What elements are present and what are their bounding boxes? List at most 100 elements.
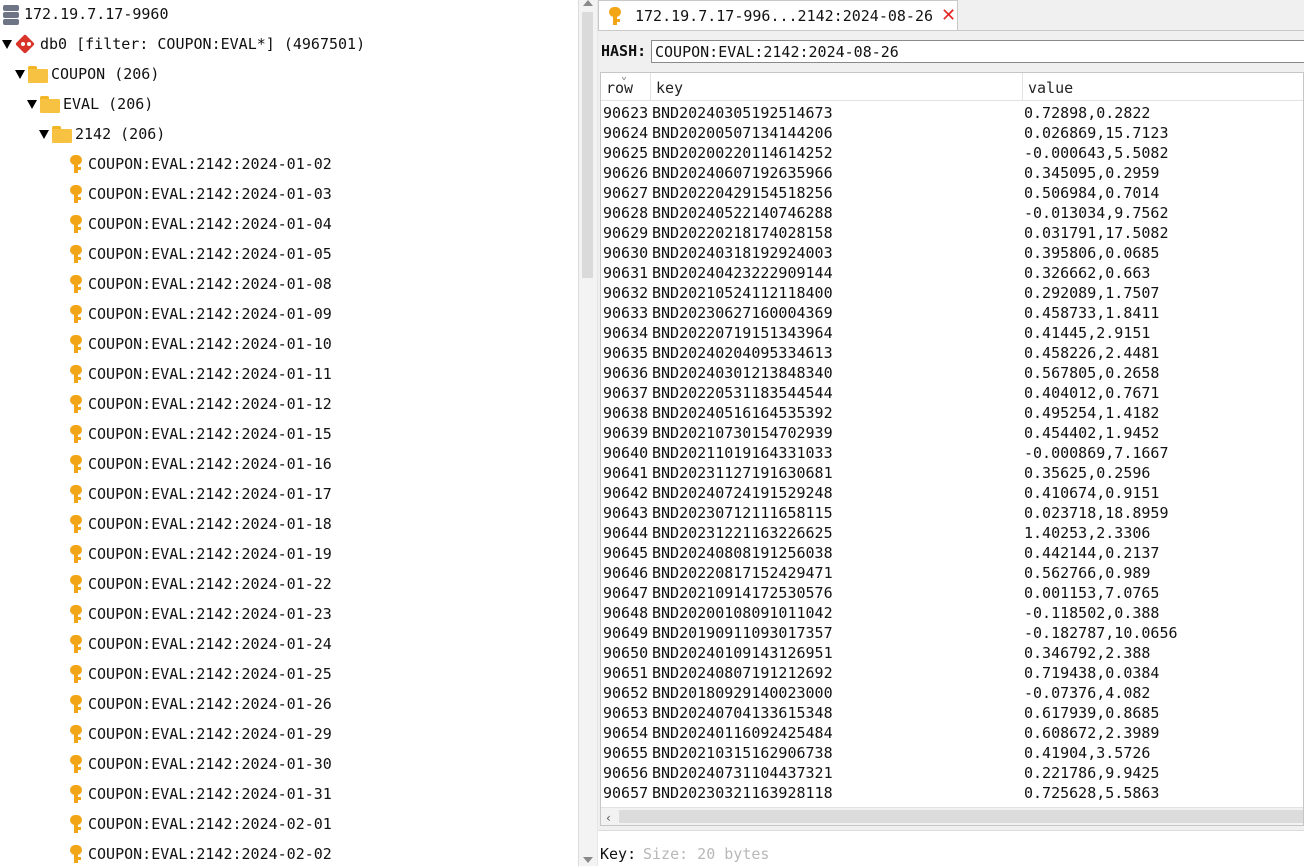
tree-node-key[interactable]: COUPON:EVAL:2142:2024-02-01 — [66, 812, 332, 836]
tree-node-key[interactable]: COUPON:EVAL:2142:2024-02-02 — [66, 842, 332, 866]
key-icon — [66, 693, 86, 715]
table-row[interactable]: 90646 BND20220817152429471 0.562766,0.989 — [601, 563, 1303, 583]
tree-node-key[interactable]: COUPON:EVAL:2142:2024-01-29 — [66, 722, 332, 746]
tree-node-key-label: COUPON:EVAL:2142:2024-01-11 — [88, 365, 332, 383]
table-row[interactable]: 90651 BND20240807191212692 0.719438,0.0384 — [601, 663, 1303, 683]
expand-arrow-icon[interactable] — [2, 39, 12, 49]
tree-node-key[interactable]: COUPON:EVAL:2142:2024-01-03 — [66, 182, 332, 206]
table-row[interactable]: 90657 BND20230321163928118 0.725628,5.5863 — [601, 783, 1303, 803]
cell-row: 90634 — [603, 324, 649, 342]
tree-node-folder-coupon[interactable]: COUPON (206) — [15, 62, 159, 86]
table-row[interactable]: 90624 BND20200507134144206 0.026869,15.712… — [601, 123, 1303, 143]
tree-scrollbar[interactable] — [578, 0, 598, 866]
table-row[interactable]: 90631 BND20240423222909144 0.326662,0.663 — [601, 263, 1303, 283]
table-row[interactable]: 90653 BND20240704133615348 0.617939,0.8685 — [601, 703, 1303, 723]
scrollbar-thumb[interactable] — [582, 12, 593, 278]
tree-node-key[interactable]: COUPON:EVAL:2142:2024-01-18 — [66, 512, 332, 536]
table-row[interactable]: 90636 BND20240301213848340 0.567805,0.2658 — [601, 363, 1303, 383]
close-icon[interactable]: ✕ — [941, 6, 956, 25]
table-row[interactable]: 90641 BND20231127191630681 0.35625,0.2596 — [601, 463, 1303, 483]
tree-node-key[interactable]: COUPON:EVAL:2142:2024-01-22 — [66, 572, 332, 596]
tree-node-key[interactable]: COUPON:EVAL:2142:2024-01-17 — [66, 482, 332, 506]
cell-row: 90644 — [603, 524, 649, 542]
scroll-left-arrow-icon[interactable]: ‹ — [606, 811, 611, 825]
cell-value: 0.345095,0.2959 — [1024, 164, 1160, 182]
key-icon — [66, 543, 86, 565]
cell-value: 0.567805,0.2658 — [1024, 364, 1160, 382]
table-row[interactable]: 90629 BND20220218174028158 0.031791,17.508… — [601, 223, 1303, 243]
tree-node-key[interactable]: COUPON:EVAL:2142:2024-01-23 — [66, 602, 332, 626]
tree-node-db[interactable]: db0 [filter: COUPON:EVAL*] (4967501) — [2, 32, 365, 56]
scroll-up-arrow-icon[interactable] — [583, 0, 593, 6]
cell-row: 90653 — [603, 704, 649, 722]
table-row[interactable]: 90630 BND20240318192924003 0.395806,0.0685 — [601, 243, 1303, 263]
tree-node-key[interactable]: COUPON:EVAL:2142:2024-01-09 — [66, 302, 332, 326]
scroll-down-arrow-icon[interactable] — [583, 857, 593, 863]
key-tab[interactable]: 172.19.7.17-996...2142:2024-08-26 ✕ — [598, 0, 958, 30]
table-row[interactable]: 90625 BND20200220114614252 -0.000643,5.508… — [601, 143, 1303, 163]
table-row[interactable]: 90642 BND20240724191529248 0.410674,0.9151 — [601, 483, 1303, 503]
table-row[interactable]: 90650 BND20240109143126951 0.346792,2.388 — [601, 643, 1303, 663]
table-row[interactable]: 90656 BND20240731104437321 0.221786,9.9425 — [601, 763, 1303, 783]
column-header-key[interactable]: key — [651, 73, 1023, 101]
tree-node-folder-2142[interactable]: 2142 (206) — [39, 122, 165, 146]
tree-node-key[interactable]: COUPON:EVAL:2142:2024-01-31 — [66, 782, 332, 806]
cell-key: BND20240204095334613 — [652, 344, 833, 362]
table-row[interactable]: 90648 BND20200108091011042 -0.118502,0.388 — [601, 603, 1303, 623]
tree-node-key[interactable]: COUPON:EVAL:2142:2024-01-05 — [66, 242, 332, 266]
table-row[interactable]: 90649 BND20190911093017357 -0.182787,10.06… — [601, 623, 1303, 643]
cell-row: 90631 — [603, 264, 649, 282]
cell-key: BND20220429154518256 — [652, 184, 833, 202]
table-row[interactable]: 90640 BND20211019164331033 -0.000869,7.166… — [601, 443, 1303, 463]
expand-arrow-icon[interactable] — [39, 129, 49, 139]
tree-node-key[interactable]: COUPON:EVAL:2142:2024-01-30 — [66, 752, 332, 776]
tree-node-key[interactable]: COUPON:EVAL:2142:2024-01-19 — [66, 542, 332, 566]
table-row[interactable]: 90635 BND20240204095334613 0.458226,2.4481 — [601, 343, 1303, 363]
table-row[interactable]: 90632 BND20210524112118400 0.292089,1.7507 — [601, 283, 1303, 303]
tree-node-server[interactable]: 172.19.7.17-9960 — [0, 2, 169, 26]
table-row[interactable]: 90652 BND20180929140023000 -0.07376,4.082 — [601, 683, 1303, 703]
table-row[interactable]: 90628 BND20240522140746288 -0.013034,9.756… — [601, 203, 1303, 223]
tree-node-key[interactable]: COUPON:EVAL:2142:2024-01-16 — [66, 452, 332, 476]
table-row[interactable]: 90637 BND20220531183544544 0.404012,0.7671 — [601, 383, 1303, 403]
table-row[interactable]: 90655 BND20210315162906738 0.41904,3.5726 — [601, 743, 1303, 763]
column-header-row[interactable]: ⌄ row — [601, 73, 651, 101]
table-row[interactable]: 90638 BND20240516164535392 0.495254,1.4182 — [601, 403, 1303, 423]
cell-key: BND20210524112118400 — [652, 284, 833, 302]
key-icon — [66, 603, 86, 625]
key-icon — [66, 243, 86, 265]
tree-node-key[interactable]: COUPON:EVAL:2142:2024-01-04 — [66, 212, 332, 236]
tree-node-key[interactable]: COUPON:EVAL:2142:2024-01-11 — [66, 362, 332, 386]
table-row[interactable]: 90645 BND20240808191256038 0.442144,0.2137 — [601, 543, 1303, 563]
table-row[interactable]: 90654 BND20240116092425484 0.608672,2.3989 — [601, 723, 1303, 743]
table-row[interactable]: 90634 BND20220719151343964 0.41445,2.9151 — [601, 323, 1303, 343]
tree-node-key[interactable]: COUPON:EVAL:2142:2024-01-10 — [66, 332, 332, 356]
table-row[interactable]: 90639 BND20210730154702939 0.454402,1.9452 — [601, 423, 1303, 443]
horizontal-scrollbar-thumb[interactable] — [619, 810, 1303, 823]
hash-key-field[interactable] — [651, 40, 1304, 63]
cell-row: 90625 — [603, 144, 649, 162]
table-row[interactable]: 90627 BND20220429154518256 0.506984,0.7014 — [601, 183, 1303, 203]
tree-node-folder-eval[interactable]: EVAL (206) — [27, 92, 153, 116]
tree-node-key[interactable]: COUPON:EVAL:2142:2024-01-02 — [66, 152, 332, 176]
tree-node-key-label: COUPON:EVAL:2142:2024-01-26 — [88, 695, 332, 713]
tree-node-key[interactable]: COUPON:EVAL:2142:2024-01-15 — [66, 422, 332, 446]
table-row[interactable]: 90647 BND20210914172530576 0.001153,7.0765 — [601, 583, 1303, 603]
tree-node-key[interactable]: COUPON:EVAL:2142:2024-01-08 — [66, 272, 332, 296]
expand-arrow-icon[interactable] — [15, 69, 25, 79]
key-icon — [66, 423, 86, 445]
cell-row: 90646 — [603, 564, 649, 582]
tree-node-key[interactable]: COUPON:EVAL:2142:2024-01-26 — [66, 692, 332, 716]
tree-node-key[interactable]: COUPON:EVAL:2142:2024-01-24 — [66, 632, 332, 656]
column-header-value[interactable]: value — [1023, 73, 1303, 101]
cell-row: 90655 — [603, 744, 649, 762]
horizontal-scrollbar[interactable]: ‹ — [601, 807, 1303, 825]
table-row[interactable]: 90633 BND20230627160004369 0.458733,1.8411 — [601, 303, 1303, 323]
table-row[interactable]: 90644 BND20231221163226625 1.40253,2.3306 — [601, 523, 1303, 543]
tree-node-key[interactable]: COUPON:EVAL:2142:2024-01-25 — [66, 662, 332, 686]
table-row[interactable]: 90626 BND20240607192635966 0.345095,0.2959 — [601, 163, 1303, 183]
expand-arrow-icon[interactable] — [27, 99, 37, 109]
tree-node-key[interactable]: COUPON:EVAL:2142:2024-01-12 — [66, 392, 332, 416]
table-row[interactable]: 90643 BND20230712111658115 0.023718,18.895… — [601, 503, 1303, 523]
table-row[interactable]: 90623 BND20240305192514673 0.72898,0.2822 — [601, 103, 1303, 123]
